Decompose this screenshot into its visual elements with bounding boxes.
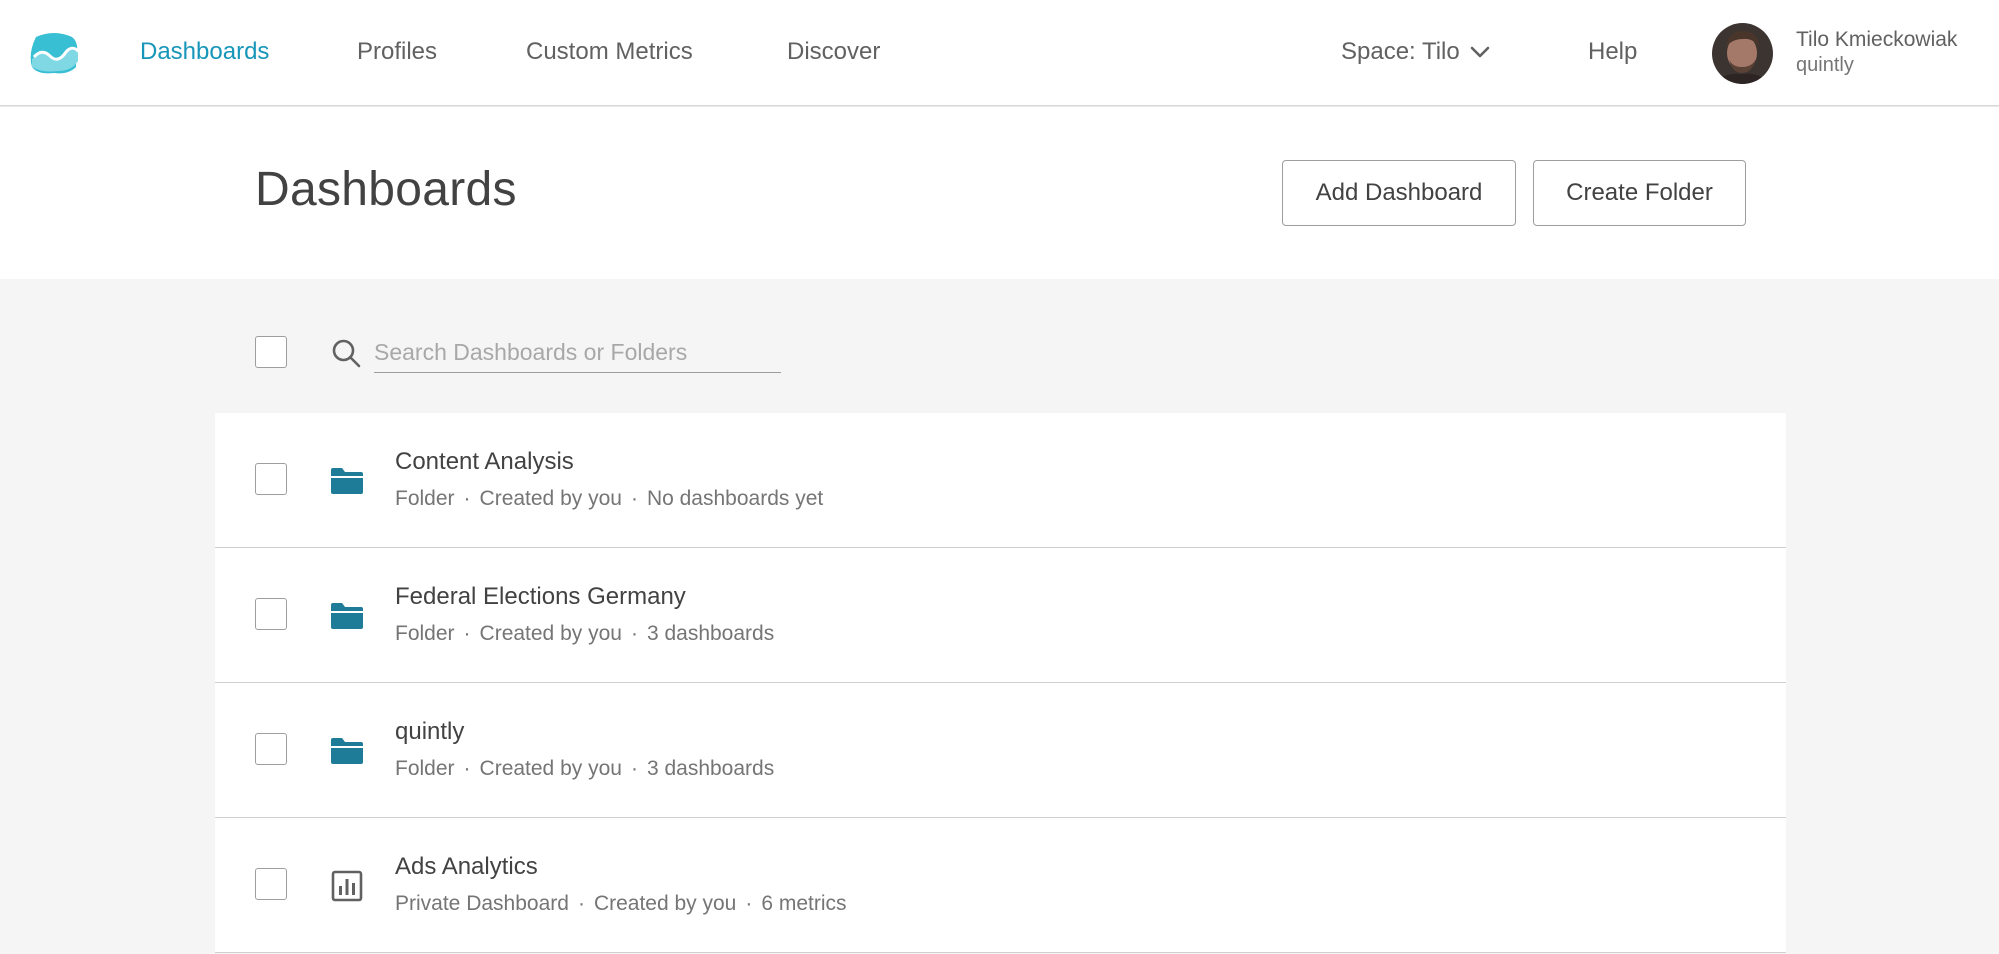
dashboard-list: Content Analysis Folder · Created by you · N… [215,413,1786,953]
item-title: Content Analysis [395,448,574,475]
nav-link-dashboards[interactable]: Dashboards [140,38,269,66]
list-item-content-analysis[interactable]: Content Analysis Folder · Created by you · N… [215,413,1786,548]
search-input[interactable] [374,333,781,373]
folder-icon [331,468,363,494]
item-title: Federal Elections Germany [395,583,686,610]
list-item-federal-elections-germany[interactable]: Federal Elections Germany Folder · Created… [215,548,1786,683]
list-item-quintly[interactable]: quintly Folder · Created by you · 3 dashboar… [215,683,1786,818]
item-title: quintly [395,718,465,745]
row-checkbox[interactable] [255,733,287,765]
item-title: Ads Analytics [395,853,538,880]
dashboard-icon [331,870,363,902]
quintly-logo-icon[interactable] [28,31,80,77]
add-dashboard-button[interactable]: Add Dashboard [1282,160,1516,226]
nav-link-custom-metrics[interactable]: Custom Metrics [526,38,693,66]
item-meta: Private Dashboard · Created by you · 6 metri… [395,892,847,915]
item-meta: Folder · Created by you · 3 dashboards [395,757,775,780]
select-all-checkbox[interactable] [255,336,287,368]
nav-link-profiles[interactable]: Profiles [357,38,437,66]
row-checkbox[interactable] [255,463,287,495]
create-folder-button[interactable]: Create Folder [1533,160,1746,226]
user-avatar[interactable] [1712,23,1773,84]
top-navigation-bar: Dashboards Profiles Custom Metrics Disco… [0,0,1999,106]
folder-icon [331,738,363,764]
list-item-ads-analytics[interactable]: Ads Analytics Private Dashboard · Created … [215,818,1786,953]
chevron-down-icon [1470,46,1490,58]
row-checkbox[interactable] [255,598,287,630]
row-checkbox[interactable] [255,868,287,900]
space-selector[interactable]: Space: Tilo [1341,38,1490,66]
nav-link-help[interactable]: Help [1588,38,1637,66]
page-title: Dashboards [255,163,517,216]
item-meta: Folder · Created by you · 3 dashboards [395,622,775,645]
nav-link-discover[interactable]: Discover [787,38,880,66]
user-name: Tilo Kmieckowiak [1796,28,1958,51]
item-meta: Folder · Created by you · No dashboards yet [395,487,824,510]
folder-icon [331,603,363,629]
user-organization: quintly [1796,54,1854,76]
search-icon [332,339,361,368]
space-selector-label: Space: Tilo [1341,38,1460,65]
